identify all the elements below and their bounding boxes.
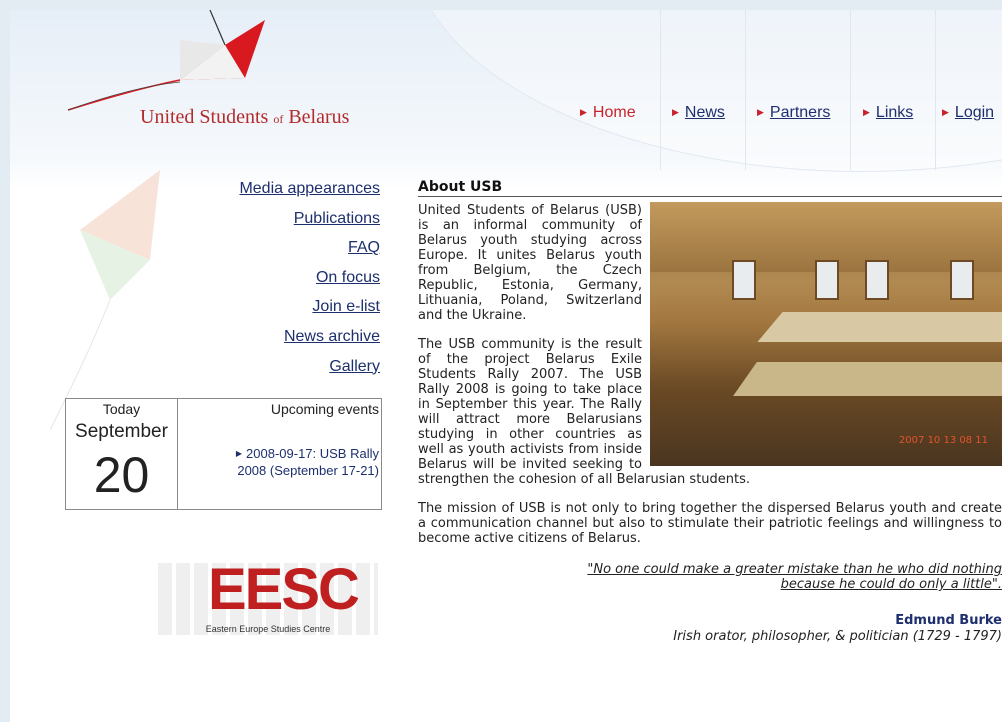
quote-line-1: "No one could make a greater mistake tha… (587, 562, 1002, 577)
nav-home[interactable]: ▶ Home (580, 104, 636, 122)
nav-login[interactable]: ▶ Login (942, 104, 994, 122)
upcoming-event-link[interactable]: ▶ 2008-09-17: USB Rally 2008 (September 1… (236, 445, 379, 479)
arrow-right-icon: ▶ (580, 107, 587, 117)
nav-divider (850, 10, 851, 170)
arrow-right-icon: ▶ (863, 107, 870, 117)
page-title: About USB (418, 180, 1002, 197)
date-box-divider (177, 399, 178, 509)
photo-table (733, 362, 1002, 396)
event-line-1: 2008-09-17: USB Rally (246, 446, 379, 461)
logo-text-part: United Students (140, 106, 274, 128)
sidebar-item-faq[interactable]: FAQ (239, 233, 380, 263)
nav-news[interactable]: ▶ News (672, 104, 725, 122)
nav-divider (660, 10, 661, 170)
logo-text-part: Belarus (283, 106, 350, 128)
nav-home-label: Home (592, 104, 636, 121)
main-content: About USB 2007 10 13 08 11 United Studen… (418, 180, 1002, 644)
event-line-2: 2008 (September 17-21) (237, 463, 379, 478)
photo-window (865, 260, 889, 300)
upcoming-events-label: Upcoming events (270, 401, 379, 417)
arrow-right-icon: ▶ (757, 107, 764, 117)
nav-partners[interactable]: ▶ Partners (757, 104, 830, 122)
nav-divider (745, 10, 746, 170)
photo-window (732, 260, 756, 300)
nav-news-label: News (684, 104, 725, 121)
nav-divider (935, 10, 936, 170)
page: United Students of Belarus ▶ Home ▶ News ▶… (10, 10, 1002, 722)
arrow-right-icon: ▶ (672, 107, 679, 117)
sidebar-item-join-e-list[interactable]: Join e-list (239, 292, 380, 322)
decorative-kite-icon (50, 170, 160, 430)
sidebar-item-publications[interactable]: Publications (239, 204, 380, 234)
nav-login-label: Login (954, 104, 995, 121)
partner-logo-eesc[interactable]: EESC Eastern Europe Studies Centre (158, 560, 378, 642)
nav-links-label: Links (875, 104, 914, 121)
site-logo[interactable]: United Students of Belarus (140, 106, 349, 129)
today-label: Today (102, 401, 141, 417)
eesc-logo-letters: EESC (208, 557, 360, 622)
eesc-logo-caption: Eastern Europe Studies Centre (205, 624, 331, 634)
article-paragraph: The mission of USB is not only to bring … (418, 501, 1002, 546)
kite-logo-icon (67, 10, 265, 111)
quote: "No one could make a greater mistake tha… (418, 562, 1002, 592)
quote-author-description: Irish orator, philosopher, & politician … (673, 629, 1002, 644)
logo-text-of: of (273, 112, 284, 126)
arrow-right-icon: ▶ (235, 449, 243, 458)
sidebar-item-news-archive[interactable]: News archive (239, 322, 380, 352)
nav-links[interactable]: ▶ Links (863, 104, 913, 122)
header-decoration (410, 10, 1002, 172)
nav-partners-label: Partners (769, 104, 831, 121)
photo-table (757, 312, 1002, 342)
quote-line-2: because he could do only a little". (780, 577, 1002, 592)
date-day: 20 (93, 447, 150, 503)
photo-timestamp: 2007 10 13 08 11 (898, 435, 988, 446)
sidebar-item-media-appearances[interactable]: Media appearances (239, 174, 380, 204)
photo-window (950, 260, 974, 300)
photo-window (815, 260, 839, 300)
date-box: Today September 20 Upcoming events ▶ 2008… (65, 398, 382, 510)
arrow-right-icon: ▶ (942, 107, 949, 117)
date-month: September (75, 421, 168, 442)
side-nav: Media appearances Publications FAQ On fo… (239, 174, 380, 381)
sidebar-item-on-focus[interactable]: On focus (239, 263, 380, 293)
rally-photo: 2007 10 13 08 11 (650, 202, 1002, 466)
quote-author: Edmund Burke (895, 613, 1002, 628)
sidebar-item-gallery[interactable]: Gallery (239, 352, 380, 382)
